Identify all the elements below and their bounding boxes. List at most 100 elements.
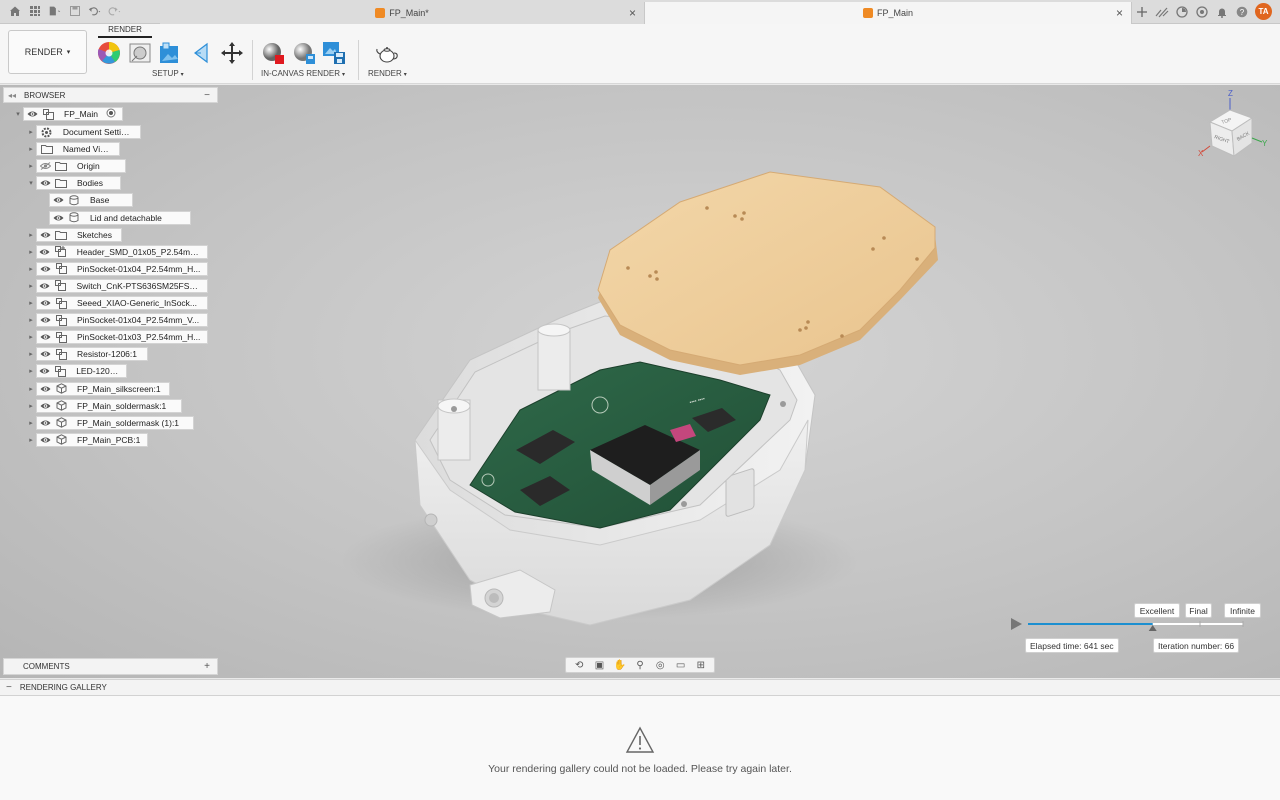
play-icon[interactable] [1011,618,1022,630]
chevron-right-icon[interactable]: ▸ [26,248,36,256]
chevron-right-icon[interactable]: ▸ [26,162,36,170]
browser-node[interactable]: Sketches [36,227,122,242]
browser-item[interactable]: ▾ Bodies [26,176,121,191]
visibility-eye-icon[interactable] [39,434,51,446]
move-tool-icon[interactable] [220,41,244,65]
browser-item[interactable]: ▸ PinSocket-01x04_P2.54mm_H... [26,261,208,276]
look-at-icon[interactable]: ▣ [592,659,606,671]
in-canvas-render-icon[interactable] [261,41,285,65]
browser-item[interactable]: ▸ PinSocket-01x04_P2.54mm_V... [26,313,208,328]
activate-component-radio-icon[interactable] [106,108,116,120]
visibility-eye-icon[interactable] [52,212,64,224]
browser-item[interactable]: ▸ FP_Main_soldermask (1):1 [26,415,194,430]
minimize-icon[interactable]: − [204,90,210,101]
browser-item[interactable]: ▸ Sketches [26,227,122,242]
browser-node[interactable]: Named Views [36,142,120,157]
chevron-right-icon[interactable]: ▸ [26,128,36,136]
visibility-eye-icon[interactable] [39,177,51,189]
browser-item[interactable]: ▸ FP_Main_silkscreen:1 [26,381,170,396]
visibility-eye-icon[interactable] [39,280,51,292]
chevron-right-icon[interactable]: ▸ [26,367,36,375]
visibility-eye-icon[interactable] [39,229,51,241]
user-avatar[interactable]: TA [1255,3,1272,20]
visibility-eye-icon[interactable] [39,331,51,343]
browser-item[interactable]: ▸ Origin [26,159,126,174]
orbit-icon[interactable]: ⟲ [572,659,586,671]
undo-icon[interactable] [88,4,102,18]
visibility-eye-icon[interactable] [39,383,51,395]
tab-render[interactable]: RENDER [98,25,152,38]
visibility-eye-icon[interactable] [26,108,38,120]
chevron-right-icon[interactable]: ▸ [26,316,36,324]
help-icon[interactable]: ? [1235,5,1249,19]
file-menu-icon[interactable] [48,4,62,18]
decal-tool-icon[interactable] [189,41,213,65]
chevron-right-icon[interactable]: ▸ [26,350,36,358]
tab-fp-main[interactable]: FP_Main × [644,2,1132,24]
browser-node[interactable]: Lid and detachable [49,210,191,225]
browser-item[interactable]: ▸ FP_Main_soldermask:1 [26,398,182,413]
browser-node[interactable]: Bodies [36,176,121,191]
visibility-eye-icon[interactable] [52,194,64,206]
browser-item[interactable]: ▸ Header_SMD_01x05_P2.54mm... [26,244,208,259]
visibility-eye-icon[interactable] [39,297,51,309]
tab-fp-main-modified[interactable]: FP_Main* × [160,2,644,24]
close-tab-icon[interactable]: × [629,6,636,20]
browser-node[interactable]: Header_SMD_01x05_P2.54mm... [36,244,208,259]
grid-apps-icon[interactable] [28,4,42,18]
browser-node[interactable]: Base [49,193,133,208]
collapse-panel-icon[interactable]: ◂◂ [8,91,16,100]
browser-item[interactable]: ▸ LED-1206:1 [26,364,127,379]
pan-hand-icon[interactable]: ✋ [613,659,627,671]
visibility-eye-icon[interactable] [39,314,51,326]
rendering-gallery-header[interactable]: − RENDERING GALLERY [0,679,1280,696]
online-status-icon[interactable] [1195,5,1209,19]
scene-settings-icon[interactable] [128,41,152,65]
browser-item[interactable]: ▸ Resistor-1206:1 [26,347,148,362]
close-tab-icon[interactable]: × [1116,6,1123,20]
browser-item[interactable]: Base [39,193,133,208]
browser-node[interactable]: Switch_CnK-PTS636SM25FSM... [36,278,208,293]
browser-item[interactable]: ▸ Named Views [26,142,120,157]
lid-body[interactable] [597,171,938,375]
home-icon[interactable] [8,4,22,18]
save-icon[interactable] [68,4,82,18]
zoom-icon[interactable]: ⚲ [633,659,647,671]
browser-item[interactable]: ▸ Document Settings [26,125,141,139]
chevron-right-icon[interactable]: ▸ [26,145,36,153]
workspace-switcher-button[interactable]: RENDER ▾ [8,30,87,74]
chevron-right-icon[interactable]: ▸ [26,402,36,410]
chevron-right-icon[interactable]: ▸ [26,436,36,444]
fit-icon[interactable]: ◎ [653,659,667,671]
browser-node[interactable]: PinSocket-01x04_P2.54mm_H... [36,261,208,276]
browser-node[interactable]: PinSocket-01x03_P2.54mm_H... [36,330,208,345]
browser-node[interactable]: FP_Main [23,107,123,121]
browser-node[interactable]: Document Settings [36,125,141,139]
chevron-right-icon[interactable]: ▸ [26,231,36,239]
visibility-eye-icon[interactable] [39,365,51,377]
browser-item[interactable]: ▸ FP_Main_PCB:1 [26,432,148,447]
browser-node[interactable]: FP_Main_soldermask:1 [36,398,182,413]
visibility-eye-icon[interactable] [39,263,51,275]
chevron-right-icon[interactable]: ▸ [26,282,36,290]
setup-group-label[interactable]: SETUP ▾ [152,69,184,78]
viewcube[interactable]: Z TOP RIGHT BACK X Y [1196,86,1272,166]
browser-node[interactable]: Origin [36,159,126,174]
visibility-eye-icon[interactable] [39,417,51,429]
render-group-label[interactable]: RENDER ▾ [368,69,407,78]
browser-item[interactable]: ▸ PinSocket-01x03_P2.54mm_H... [26,330,208,345]
notifications-bell-icon[interactable] [1215,5,1229,19]
browser-node[interactable]: FP_Main_PCB:1 [36,432,148,447]
browser-node[interactable]: LED-1206:1 [36,364,127,379]
visibility-eye-icon[interactable] [39,246,51,258]
comments-panel[interactable]: COMMENTS + [3,658,218,675]
grid-settings-icon[interactable]: ⊞ [694,659,708,671]
browser-root-node[interactable]: ▾ FP_Main [13,107,123,121]
browser-node[interactable]: FP_Main_silkscreen:1 [36,381,170,396]
in-canvas-render-settings-icon[interactable] [292,41,316,65]
chevron-down-icon[interactable]: ▾ [13,110,23,118]
chevron-right-icon[interactable]: ▸ [26,333,36,341]
render-teapot-icon[interactable] [375,41,399,65]
browser-node[interactable]: PinSocket-01x04_P2.54mm_V... [36,313,208,328]
browser-node[interactable]: Seeed_XIAO-Generic_InSock... [36,296,208,310]
